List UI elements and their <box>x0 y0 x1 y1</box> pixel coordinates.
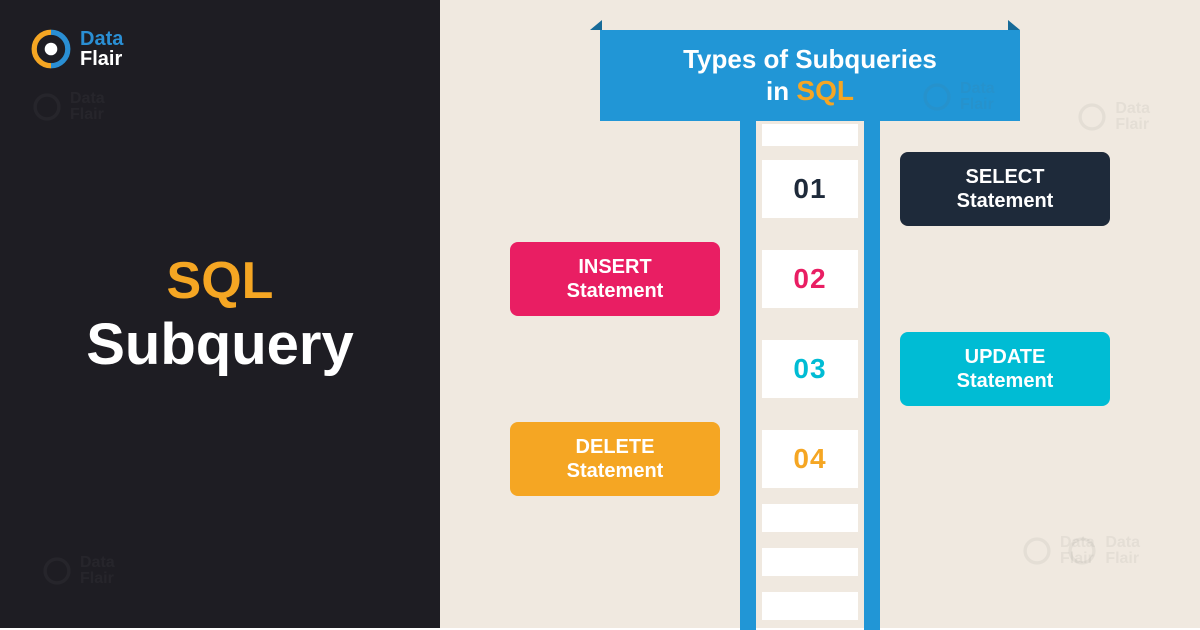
ladder: 01 02 03 04 <box>740 110 880 630</box>
card-update: UPDATE Statement <box>900 332 1110 406</box>
step-number-1: 01 <box>762 160 858 218</box>
brand-word1: Data <box>80 29 123 49</box>
diagram-container: Data Flair SQL Subquery DataFlair DataFl… <box>0 0 1200 628</box>
card-title: SELECT <box>966 165 1045 189</box>
watermark-icon: DataFlair <box>30 90 105 124</box>
brand-word2: Flair <box>80 49 123 69</box>
ladder-rung <box>762 124 858 146</box>
step-number-3: 03 <box>762 340 858 398</box>
ladder-rung <box>762 548 858 576</box>
card-sub: Statement <box>957 189 1054 213</box>
logo-icon <box>30 28 72 70</box>
ladder-rung <box>762 592 858 620</box>
banner-fold-right <box>1008 20 1020 30</box>
card-title: INSERT <box>578 255 651 279</box>
logo-text: Data Flair <box>80 29 123 69</box>
card-title: UPDATE <box>965 345 1046 369</box>
brand-logo: Data Flair <box>30 28 123 70</box>
card-sub: Statement <box>957 369 1054 393</box>
ladder-rung <box>762 504 858 532</box>
card-insert: INSERT Statement <box>510 242 720 316</box>
watermark-icon: DataFlair <box>1075 100 1150 134</box>
watermark-icon: DataFlair <box>1065 534 1140 568</box>
watermark-icon: DataFlair <box>40 554 115 588</box>
title-accent: SQL <box>86 251 354 311</box>
step-number-4: 04 <box>762 430 858 488</box>
card-select: SELECT Statement <box>900 152 1110 226</box>
ladder-rail-right <box>864 110 880 630</box>
banner-fold-left <box>590 20 602 30</box>
left-panel: Data Flair SQL Subquery DataFlair DataFl… <box>0 0 440 628</box>
title-main: Subquery <box>86 311 354 378</box>
right-panel: Types of Subqueries in SQL 01 02 03 04 S… <box>440 0 1200 628</box>
card-title: DELETE <box>576 435 655 459</box>
card-sub: Statement <box>567 279 664 303</box>
ladder-rail-left <box>740 110 756 630</box>
card-delete: DELETE Statement <box>510 422 720 496</box>
title-block: SQL Subquery <box>86 251 354 378</box>
step-number-2: 02 <box>762 250 858 308</box>
card-sub: Statement <box>567 459 664 483</box>
watermark-icon: DataFlair <box>920 80 995 114</box>
header-line1: Types of Subqueries <box>610 44 1010 75</box>
